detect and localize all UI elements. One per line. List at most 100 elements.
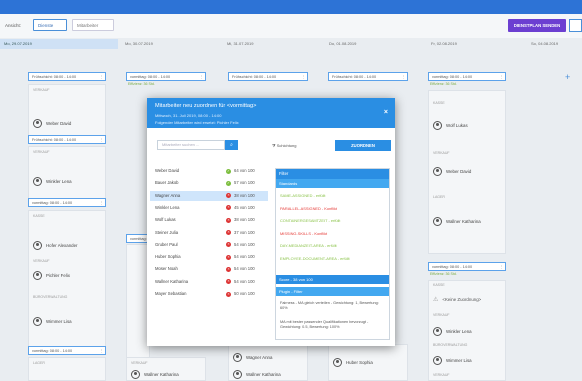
toolbar-extra-button[interactable] — [569, 19, 582, 32]
shift-slot[interactable]: vormittag: 08:00 - 14:00⋮ — [428, 72, 506, 81]
employee-row[interactable]: Wolf Lukas × 38 von 100 — [150, 215, 268, 225]
no-assignment-entry[interactable]: ⚠ <Keine Zuordnung> — [433, 293, 481, 306]
employee-entry[interactable]: Wimmer Lisa — [433, 354, 472, 367]
date-header: Mi, 31.07.2019 — [227, 41, 254, 46]
area-label: BÜROVERWALTUNG — [33, 295, 68, 299]
employee-name: Weber David — [155, 168, 180, 173]
conflict-icon: × — [226, 230, 231, 235]
check-icon: ✓ — [226, 168, 231, 174]
area-label: KASSE — [433, 101, 445, 105]
shift-slot[interactable]: Frühschicht: 08:00 - 14:00 ⋮ — [28, 135, 106, 144]
user-avatar-icon — [33, 271, 42, 280]
view-label: Ansicht: — [5, 23, 22, 28]
shift-card: KASSE Wolf Lukas VERKAUF Weber David LAG… — [428, 90, 506, 254]
user-avatar-icon — [433, 356, 442, 365]
employee-score: 37 von 100 — [234, 229, 255, 235]
employee-name: Winkler Lena — [155, 204, 180, 210]
employee-search-input[interactable]: Mitarbeiter suchen ... — [157, 140, 225, 150]
shift-card: VERKAUF Weber David — [28, 84, 106, 140]
employee-entry[interactable]: Wallner Katharina — [131, 368, 179, 381]
date-header: Do, 01.08.2019 — [329, 41, 357, 46]
employee-score: 38 von 100 — [234, 192, 255, 198]
employee-score: 54 von 100 — [234, 266, 255, 272]
shift-card: VERKAUF Wallner Katharina — [126, 357, 206, 381]
employee-row[interactable]: Winkler Lena × 45 von 100 — [150, 203, 268, 213]
filter-panel: Filter Standards SAME-ASSIGNED - erfüllt… — [275, 168, 390, 340]
employee-entry[interactable]: Wolf Lukas — [433, 119, 468, 132]
employee-row[interactable]: Huber Sophia × 54 von 100 — [150, 252, 268, 262]
employee-entry[interactable]: Huber Sophia — [333, 356, 373, 369]
user-avatar-icon — [33, 119, 42, 128]
dialog-replaced-info: Folgender Mitarbeiter wird ersetzt: Pich… — [155, 120, 239, 125]
area-label: VERKAUF — [131, 361, 148, 365]
user-avatar-icon — [233, 353, 242, 362]
area-label: VERKAUF — [33, 259, 50, 263]
area-label: VERKAUF — [33, 150, 50, 154]
shift-slot[interactable]: Frühschicht: 08:00 - 14:00 ⋮ — [28, 72, 106, 81]
efficiency-label: Effizienz: 36 Std. — [430, 272, 457, 276]
add-shift-icon[interactable]: + — [565, 72, 570, 82]
shift-card: Huber Sophia — [328, 344, 408, 381]
toolbar: Ansicht: Dienste Mitarbeiter DIENSTPLAN … — [0, 14, 582, 38]
employee-name: Moser Noah — [155, 266, 178, 272]
reassign-dialog: Mitarbeiter neu zuordnen für <vormittag>… — [147, 98, 395, 346]
search-icon[interactable]: ⌕ — [225, 140, 238, 150]
employee-score: 64 von 100 — [234, 168, 255, 173]
date-header: Mo, 29.07.2019 — [0, 39, 118, 49]
shift-slot[interactable]: Frühschicht: 08:00 - 14:00 ⋮ — [228, 72, 308, 81]
employee-entry[interactable]: Weber David — [433, 165, 471, 178]
user-avatar-icon — [33, 177, 42, 186]
view-dienste-button[interactable]: Dienste — [33, 19, 67, 31]
employee-entry[interactable]: Winkler Lena — [33, 175, 72, 188]
date-header: Fr, 02.08.2019 — [431, 41, 457, 46]
employee-row[interactable]: Mayer Sebastian × 50 von 100 — [150, 289, 268, 299]
area-label: LAGER — [33, 361, 45, 365]
shift-card: KASSE Hofer Alexander VERKAUF Pichler Fe… — [28, 210, 106, 350]
filter-rule: PARALLEL-ASSIGNED - Konflikt — [280, 205, 338, 211]
employee-name: Gruber Paul — [155, 241, 178, 247]
assign-button[interactable]: ZUORDNEN — [335, 140, 391, 151]
send-schedule-button[interactable]: DIENSTPLAN SENDEN — [508, 19, 566, 32]
employee-row[interactable]: Wallner Katharina × 54 von 100 — [150, 277, 268, 287]
filter-rule: MISSING-SKILLS - Konflikt — [280, 230, 328, 236]
filter-schichtung-label[interactable]: ⧩ Schichtung — [272, 143, 296, 148]
employee-row[interactable]: Moser Noah × 54 von 100 — [150, 264, 268, 274]
date-header: So, 04.08.2019 — [531, 41, 559, 46]
dialog-subtitle: Mittwoch, 31. Juli 2019, 08:00 - 14:00 — [155, 113, 222, 118]
employee-score: 38 von 100 — [234, 217, 255, 223]
employee-row[interactable]: Wagner Anna × 38 von 100 — [150, 190, 268, 201]
employee-row[interactable]: Steiner Julia × 37 von 100 — [150, 228, 268, 238]
employee-entry[interactable]: Winkler Lena — [433, 325, 472, 338]
employee-row[interactable]: Bauer Jakob ✓ 57 von 100 — [150, 178, 268, 188]
user-avatar-icon — [233, 370, 242, 379]
employee-row[interactable]: Weber David ✓ 64 von 100 — [150, 166, 268, 176]
user-avatar-icon — [433, 167, 442, 176]
date-header-row: Mo, 29.07.2019 Mo, 30.07.2019 Mi, 31.07.… — [0, 39, 582, 49]
date-header: Mo, 30.07.2019 — [125, 41, 153, 46]
close-icon[interactable]: × — [384, 109, 388, 116]
conflict-icon: × — [226, 205, 231, 211]
shift-slot[interactable]: Frühschicht: 08:00 - 14:00 ⋮ — [328, 72, 408, 81]
employee-entry[interactable]: Pichler Felix — [33, 269, 70, 282]
employee-entry[interactable]: Hofer Alexander — [33, 239, 77, 252]
shift-slot[interactable]: vormittag: 08:00 - 14:00⋮ — [126, 72, 206, 81]
employee-entry[interactable]: Wimmer Lisa — [33, 315, 72, 328]
user-avatar-icon — [433, 327, 442, 336]
user-avatar-icon — [433, 121, 442, 130]
employee-entry[interactable]: Wallner Katharina — [233, 368, 281, 381]
view-mitarbeiter-button[interactable]: Mitarbeiter — [72, 19, 114, 31]
shift-slot[interactable]: vormittag: 08:00 - 14:00⋮ — [28, 346, 106, 355]
shift-slot[interactable]: vormittag: 08:00 - 14:00⋮ — [28, 198, 106, 207]
employee-entry[interactable]: Wagner Anna — [233, 351, 272, 364]
filter-rule: CONTAINERGESAMTZEIT - erfüllt — [280, 218, 341, 223]
area-label: BÜROVERWALTUNG — [433, 343, 468, 347]
conflict-icon: × — [226, 291, 231, 297]
employee-row[interactable]: Gruber Paul × 54 von 100 — [150, 240, 268, 250]
employee-entry[interactable]: Wallner Katharina — [433, 215, 481, 228]
employee-entry[interactable]: Weber David — [33, 117, 71, 130]
standards-header: Standards — [276, 179, 389, 188]
conflict-icon: × — [226, 254, 231, 260]
shift-card: Wagner Anna Wallner Katharina — [228, 344, 308, 381]
employee-name: Wolf Lukas — [155, 217, 176, 223]
shift-slot[interactable]: vormittag: 08:00 - 14:00⋮ — [428, 262, 506, 271]
